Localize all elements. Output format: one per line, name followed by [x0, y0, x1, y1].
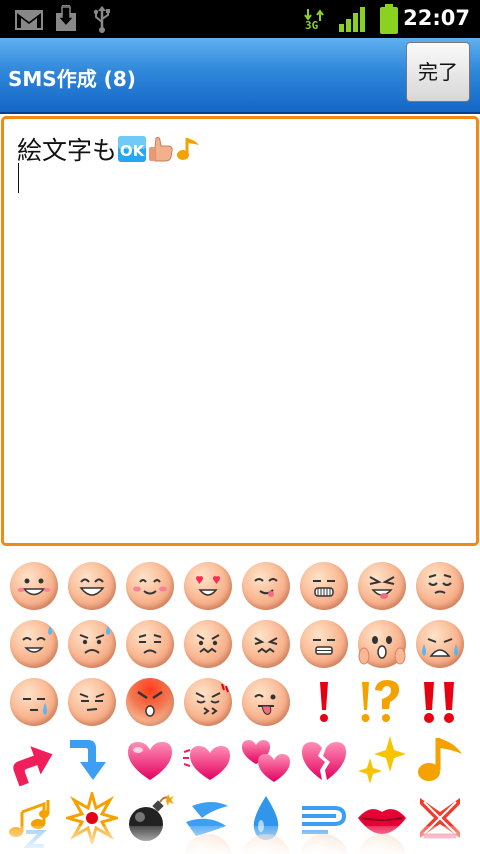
- title-bar: SMS作成 (8) 完了: [0, 38, 480, 114]
- two-hearts-emoji[interactable]: [240, 734, 292, 786]
- heartbeat-emoji[interactable]: [182, 734, 234, 786]
- music-note-emoji-icon: [177, 138, 200, 160]
- arrow-down-right-emoji[interactable]: [66, 734, 118, 786]
- wink-tongue-emoji[interactable]: [240, 560, 292, 612]
- arrow-up-right-emoji[interactable]: [8, 734, 60, 786]
- music-note-emoji[interactable]: [414, 734, 466, 786]
- thumbs-up-emoji-icon: [149, 136, 173, 162]
- sad-emoji[interactable]: [124, 618, 176, 670]
- page-title: SMS作成 (8): [8, 67, 136, 91]
- exclamation-question-emoji[interactable]: [356, 676, 408, 728]
- message-text-content: 絵文字も: [17, 136, 118, 165]
- nervous-emoji[interactable]: [182, 676, 234, 728]
- shocked-emoji[interactable]: [356, 618, 408, 670]
- sweat-smile-emoji[interactable]: [8, 618, 60, 670]
- relieved-emoji[interactable]: [414, 560, 466, 612]
- emoji-palette: [0, 556, 480, 854]
- text-cursor: [18, 163, 19, 193]
- double-exclamation-emoji[interactable]: [414, 676, 466, 728]
- annoyed-emoji[interactable]: [66, 676, 118, 728]
- crying-emoji[interactable]: [414, 618, 466, 670]
- scared-emoji[interactable]: [240, 618, 292, 670]
- sparkles-emoji[interactable]: [356, 734, 408, 786]
- signal-bars-icon: [339, 7, 365, 32]
- troubled-emoji[interactable]: [66, 618, 118, 670]
- heart-eyes-emoji[interactable]: [182, 560, 234, 612]
- heart-emoji[interactable]: [124, 734, 176, 786]
- download-icon: [56, 5, 76, 31]
- sleepy-tear-emoji[interactable]: [8, 676, 60, 728]
- gmail-icon: [15, 10, 43, 30]
- happy-blush-emoji[interactable]: [124, 560, 176, 612]
- status-time: 22:07: [403, 6, 470, 30]
- palette-fade: [0, 826, 480, 854]
- grimace-emoji[interactable]: [298, 618, 350, 670]
- smile-emoji[interactable]: [8, 560, 60, 612]
- broken-heart-emoji[interactable]: [298, 734, 350, 786]
- svg-text:OK: OK: [120, 142, 146, 160]
- battery-icon: [380, 4, 398, 34]
- ok-emoji-icon: OK: [118, 136, 147, 162]
- network-type-label: 3G: [305, 19, 319, 32]
- exclamation-emoji[interactable]: [298, 676, 350, 728]
- laugh-emoji[interactable]: [66, 560, 118, 612]
- angry-red-emoji[interactable]: [124, 676, 176, 728]
- status-bar: 3G 22:07: [0, 0, 480, 38]
- usb-icon: [93, 6, 110, 33]
- message-text: 絵文字も OK: [17, 131, 203, 167]
- mischief-emoji[interactable]: [356, 560, 408, 612]
- anxious-emoji[interactable]: [182, 618, 234, 670]
- signal-3g-icon: 3G: [302, 6, 326, 32]
- message-input[interactable]: 絵文字も OK: [1, 116, 479, 546]
- tongue-out-emoji[interactable]: [240, 676, 292, 728]
- done-button[interactable]: 完了: [406, 42, 470, 102]
- grin-teeth-emoji[interactable]: [298, 560, 350, 612]
